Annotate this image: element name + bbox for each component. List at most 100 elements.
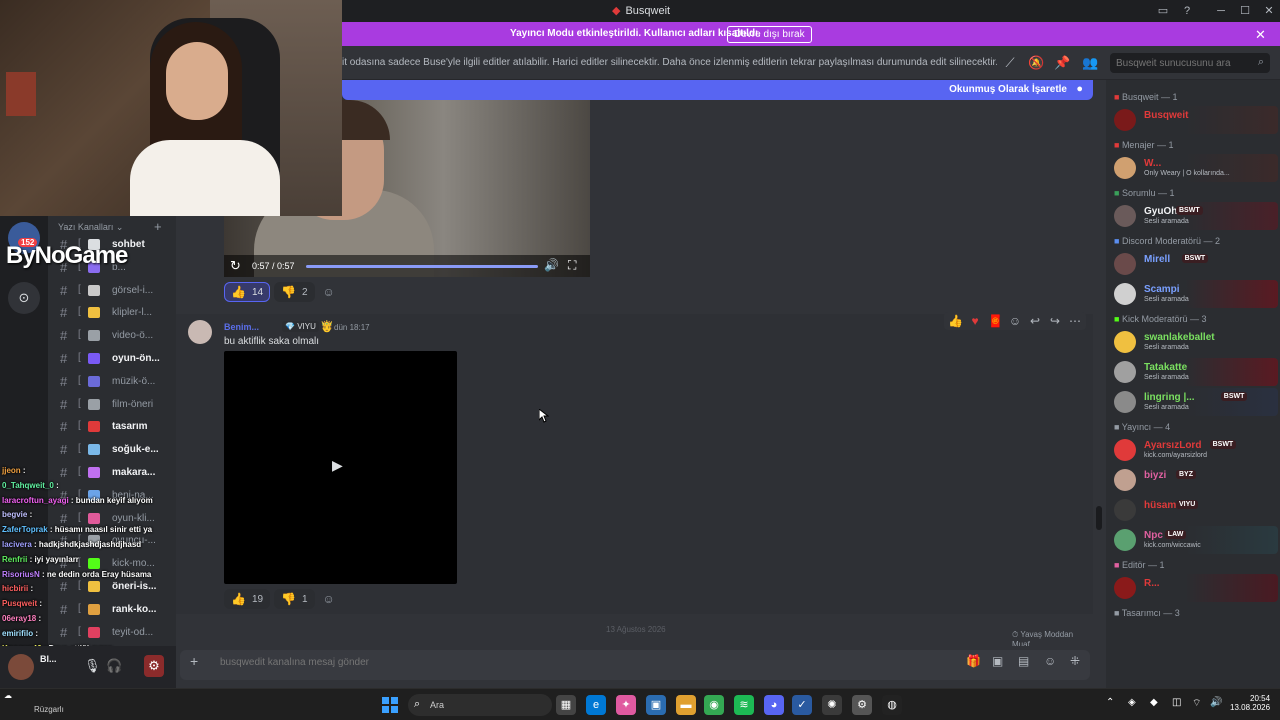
chrome-icon[interactable]: ◉ [704,695,724,715]
close-window-button[interactable]: ✕ [1258,3,1280,19]
member-item[interactable]: Tatakatte Sesli aramada [1110,358,1278,386]
mark-as-read-label[interactable]: Okunmuş Olarak İşaretle [949,84,1067,95]
microphone-icon[interactable]: 🎙 [84,658,101,674]
member-item[interactable]: Npc kick.com/wiccawic LAW [1110,526,1278,554]
network-icon[interactable]: ◫ [1172,697,1181,708]
member-item[interactable]: Scampi Sesli aramada [1110,280,1278,308]
settings-app-icon[interactable]: ✺ [822,695,842,715]
taskbar-search[interactable]: ⌕ Ara [408,694,552,716]
channel-item[interactable]: ▶#[soğuk-e... [56,440,172,460]
reaction-thumbs-up[interactable]: 👍 19 [224,589,271,609]
attach-plus-icon[interactable]: + [190,653,198,669]
channel-item[interactable]: # [video-ö... [56,326,172,346]
member-list-icon[interactable]: 👥 [1082,55,1098,71]
system-clock[interactable]: 20:54 13.08.2026 [1230,694,1270,712]
maximize-button[interactable]: ☐ [1234,3,1256,19]
sticker-icon[interactable]: ▤ [1018,654,1029,668]
task-view-icon[interactable]: ▦ [556,695,576,715]
tray-app-icon[interactable]: ◆ [1150,697,1158,708]
member-item[interactable]: lingring |... Sesli aramada BSWT [1110,388,1278,416]
weather-label[interactable]: Rüzgarlı [34,705,64,714]
video-attachment[interactable]: ▶ [224,351,457,584]
spotify-icon[interactable]: ≋ [734,695,754,715]
add-reaction-icon[interactable]: ☺ [1008,314,1022,328]
apps-icon[interactable]: ⁜ [1070,654,1080,668]
member-item[interactable]: R... [1110,574,1278,602]
store-icon[interactable]: ▣ [646,695,666,715]
gift-icon[interactable]: 🎁 [966,654,981,668]
sticker-icon[interactable]: 🧧 [988,314,1003,328]
member-item[interactable]: AyarsızLord kick.com/ayarsizlord BSWT [1110,436,1278,464]
heart-icon[interactable]: ♥ [968,314,982,328]
minimize-button[interactable]: ─ [1210,3,1232,19]
play-icon[interactable]: ▶ [332,457,343,474]
video-progress-bar[interactable] [306,265,538,268]
volume-icon[interactable]: 🔊 [1210,697,1222,708]
start-button[interactable] [382,697,398,713]
gif-icon[interactable]: ▣ [992,654,1003,668]
replay-icon[interactable]: ↻ [230,258,241,274]
guild-tag[interactable]: 💎 VIYU [282,321,319,332]
gear-icon[interactable]: ⚙ [144,655,164,677]
add-reaction-icon[interactable]: ☺ [319,282,339,302]
scrollbar[interactable] [1096,506,1102,530]
app-icon[interactable]: ✓ [792,695,812,715]
copilot-icon[interactable]: ✦ [616,695,636,715]
discord-icon[interactable]: ◕ [764,695,784,715]
reaction-thumbs-up[interactable]: 👍 14 [224,282,271,302]
category-text-channels[interactable]: Yazı Kanalları ⌄ [58,222,123,233]
add-channel-icon[interactable]: + [154,219,162,234]
reaction-thumbs-down[interactable]: 👎 2 [274,282,315,302]
mark-as-read-bar[interactable]: Okunmuş Olarak İşaretle ● [342,80,1093,100]
member-item[interactable]: GyuOh Sesli aramada BSWT [1110,202,1278,230]
channel-topic[interactable]: it odasına sadece Buse'yle ilgili editle… [342,57,997,68]
reaction-thumbs-down[interactable]: 👎 1 [274,589,315,609]
message-item[interactable]: Benim... 💎 VIYU 🤴 dün 18:17 bu aktiflik … [176,312,1093,614]
member-item[interactable]: Busqweit [1110,106,1278,134]
disable-streamer-mode-button[interactable]: Devre dışı bırak [727,26,812,43]
server-search[interactable]: ⌕ [1110,53,1270,73]
weather-icon[interactable]: ☁ [4,691,12,700]
headphones-icon[interactable]: 🎧 [106,658,122,674]
channel-item[interactable]: # [klipler-l... [56,303,172,323]
close-icon[interactable]: ✕ [1255,27,1266,43]
search-input[interactable] [1116,56,1246,70]
channel-item[interactable]: # [film-öneri [56,395,172,415]
channel-item[interactable]: ▶#[tasarım [56,417,172,437]
tray-chevron-icon[interactable]: ⌃ [1106,697,1114,708]
obs-icon[interactable]: ◍ [882,695,902,715]
message-author[interactable]: Benim... [224,322,259,332]
thumbs-up-icon[interactable]: 👍 [948,314,963,328]
gear-icon[interactable]: ⚙ [852,695,872,715]
pin-icon[interactable]: 📌 [1054,55,1070,71]
fullscreen-icon[interactable]: ⛶ [568,258,576,273]
discover-icon[interactable]: ⊙ [8,282,40,314]
volume-icon[interactable]: 🔊 [544,258,559,272]
channel-item[interactable]: # [görsel-i... [56,281,172,301]
edge-icon[interactable]: e [586,695,606,715]
file-explorer-icon[interactable]: ▬ [676,695,696,715]
avatar[interactable] [8,654,34,680]
member-item[interactable]: Mirell BSWT [1110,250,1278,278]
channel-item[interactable]: ▶#[oyun-ön... [56,349,172,369]
member-item[interactable]: swanlakeballet Sesli aramada [1110,328,1278,356]
more-options-icon[interactable]: ⋯ [1068,314,1082,328]
member-item[interactable]: hüsam VIYU [1110,496,1278,524]
reply-icon[interactable]: ↩ [1028,314,1042,328]
message-input[interactable] [220,655,720,669]
member-item[interactable]: biyzi BYZ [1110,466,1278,494]
forward-icon[interactable]: ↪ [1048,314,1062,328]
threads-icon[interactable]: ⟋ [1002,55,1018,71]
member-item[interactable]: W... Only Weary | O kollarında... [1110,154,1278,182]
add-reaction-icon[interactable]: ☺ [319,589,339,609]
channel-item[interactable]: # [müzik-ö... [56,372,172,392]
avatar[interactable] [188,320,212,344]
tray-app-icon[interactable]: ◈ [1128,697,1136,708]
chat-overlay-line: 0_Tahqweit_0 : [2,481,59,490]
inbox-icon[interactable]: ▭ [1152,3,1174,19]
notification-bell-icon[interactable]: 🔕 [1028,55,1044,71]
user-name[interactable]: Bl... [40,654,57,664]
emoji-icon[interactable]: ☺ [1044,654,1056,668]
help-icon[interactable]: ? [1176,3,1198,19]
wifi-icon[interactable]: ⌔ [1192,697,1201,710]
